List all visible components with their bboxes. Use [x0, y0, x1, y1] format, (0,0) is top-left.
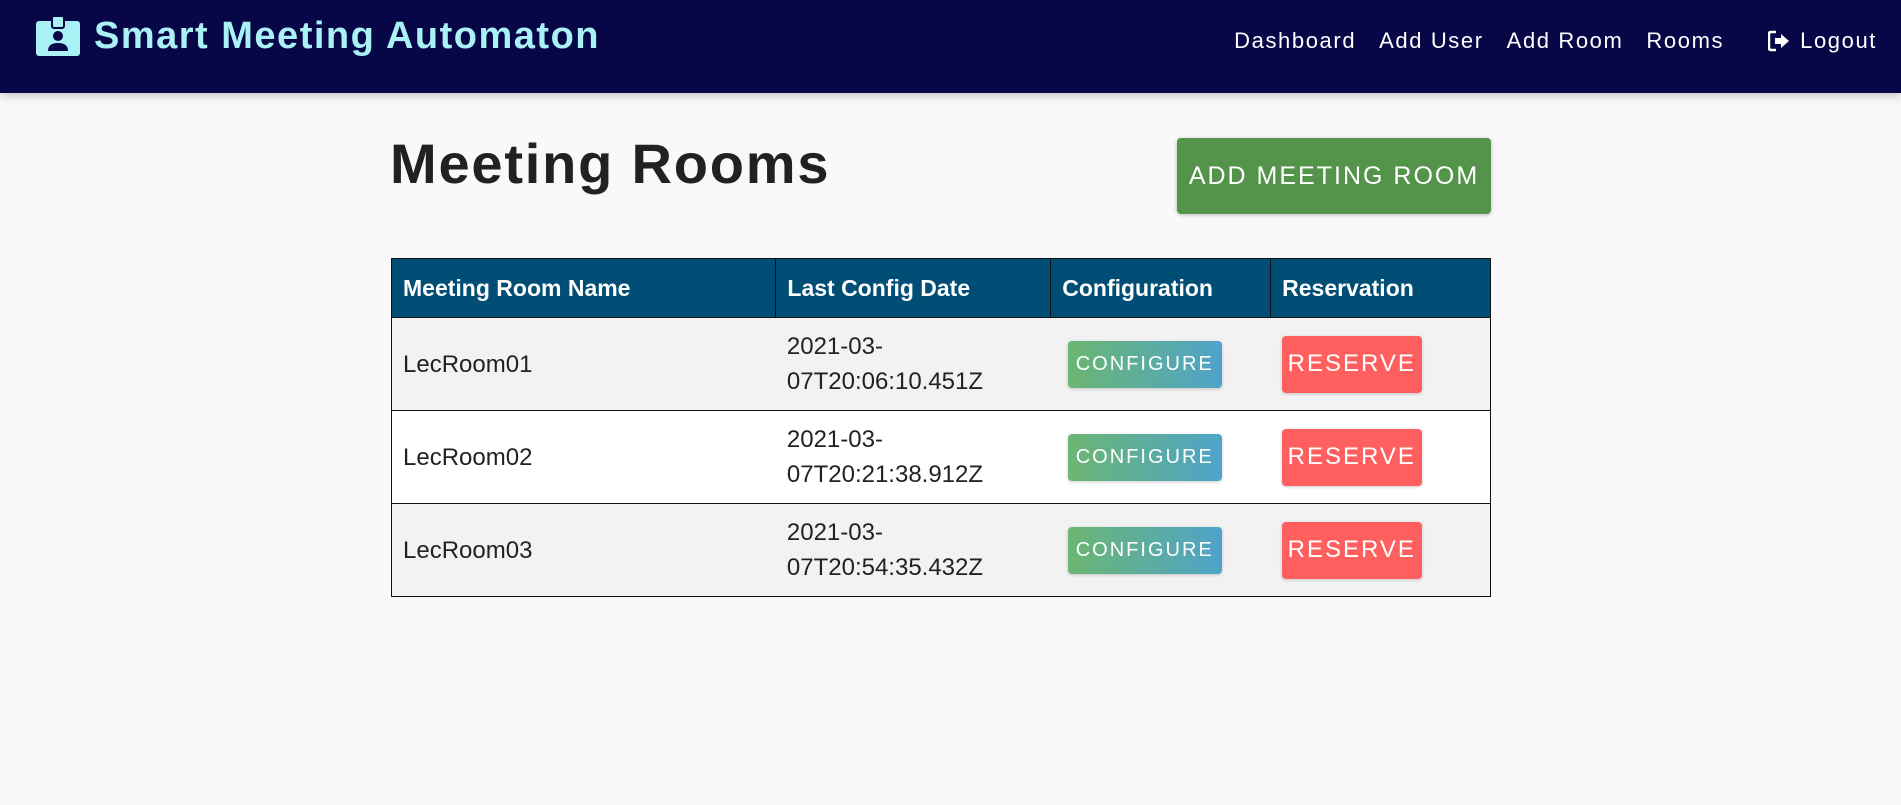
main-nav: Dashboard Add User Add Room Rooms Logout — [1211, 28, 1877, 54]
reserve-button[interactable]: RESERVE — [1281, 428, 1422, 486]
add-meeting-room-button[interactable]: ADD MEETING ROOM — [1177, 138, 1491, 214]
date-line: 2021-03- — [786, 333, 883, 360]
configuration-cell: CONFIGURE — [1050, 317, 1271, 411]
top-navbar: Smart Meeting Automaton Dashboard Add Us… — [0, 0, 1901, 93]
date-line: 2021-03- — [786, 426, 883, 453]
reservation-cell: RESERVE — [1270, 503, 1491, 597]
time-line: 07T20:06:10.451Z — [786, 368, 984, 395]
reservation-cell: RESERVE — [1270, 317, 1491, 411]
logout-link[interactable]: Logout — [1768, 28, 1877, 54]
last-config-date-cell: 2021-03- 07T20:54:35.432Z — [775, 503, 1051, 597]
logout-label: Logout — [1800, 28, 1877, 53]
brand[interactable]: Smart Meeting Automaton — [36, 14, 600, 58]
configure-button[interactable]: CONFIGURE — [1067, 433, 1222, 481]
last-config-date-cell: 2021-03- 07T20:06:10.451Z — [775, 317, 1051, 411]
last-config-date-cell: 2021-03- 07T20:21:38.912Z — [775, 410, 1051, 504]
date-line: 2021-03- — [786, 519, 883, 546]
column-header-room-name: Meeting Room Name — [390, 258, 777, 318]
table-row: LecRoom03 2021-03- 07T20:54:35.432Z CONF… — [391, 503, 1491, 597]
room-name-cell: LecRoom03 — [391, 503, 776, 597]
time-line: 07T20:54:35.432Z — [786, 554, 984, 581]
nav-dashboard[interactable]: Dashboard — [1234, 28, 1356, 54]
nav-add-room[interactable]: Add Room — [1507, 28, 1624, 54]
table-header-row: Meeting Room Name Last Config Date Confi… — [390, 258, 1491, 318]
column-header-configuration: Configuration — [1050, 258, 1272, 318]
sign-out-icon — [1768, 30, 1790, 52]
room-name-cell: LecRoom01 — [391, 317, 776, 411]
configure-button[interactable]: CONFIGURE — [1067, 526, 1222, 574]
meeting-rooms-table: Meeting Room Name Last Config Date Confi… — [390, 258, 1491, 597]
time-line: 07T20:21:38.912Z — [786, 461, 984, 488]
reservation-cell: RESERVE — [1270, 410, 1491, 504]
column-header-last-config-date: Last Config Date — [775, 258, 1052, 318]
nav-add-user[interactable]: Add User — [1379, 28, 1484, 54]
table-row: LecRoom01 2021-03- 07T20:06:10.451Z CONF… — [391, 317, 1491, 411]
nav-rooms[interactable]: Rooms — [1646, 28, 1724, 54]
room-name-cell: LecRoom02 — [391, 410, 776, 504]
table-row: LecRoom02 2021-03- 07T20:21:38.912Z CONF… — [391, 410, 1491, 504]
column-header-reservation: Reservation — [1270, 258, 1491, 318]
id-badge-icon — [36, 16, 80, 56]
reserve-button[interactable]: RESERVE — [1281, 335, 1422, 393]
app-title: Smart Meeting Automaton — [94, 14, 600, 57]
configure-button[interactable]: CONFIGURE — [1067, 340, 1222, 388]
page-title: Meeting Rooms — [390, 132, 831, 195]
configuration-cell: CONFIGURE — [1050, 503, 1271, 597]
configuration-cell: CONFIGURE — [1050, 410, 1271, 504]
reserve-button[interactable]: RESERVE — [1281, 521, 1422, 579]
